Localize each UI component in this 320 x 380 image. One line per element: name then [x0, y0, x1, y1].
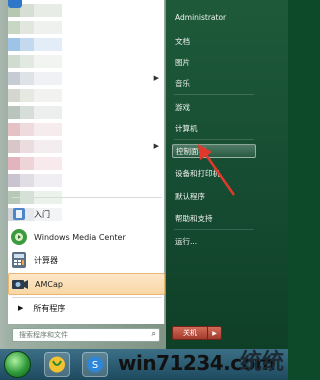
blurred-block [34, 38, 62, 51]
list-item[interactable] [8, 2, 165, 19]
annotation-arrow-icon [198, 144, 236, 196]
list-item[interactable] [8, 87, 165, 104]
blurred-block [8, 89, 20, 102]
separator [174, 229, 254, 230]
start-orb-icon[interactable] [4, 351, 31, 378]
search-placeholder: 搜索程序和文件 [19, 331, 68, 339]
blurred-block [34, 55, 62, 68]
menu-item-label: 运行... [175, 236, 198, 246]
menu-item-label: 帮助和支持 [175, 213, 213, 223]
pinned-item-getting-started[interactable]: 入门 [8, 203, 165, 225]
blurred-block [8, 21, 20, 34]
taskbar-app-icon[interactable]: S [82, 352, 108, 377]
shutdown-label: 关机 [183, 329, 197, 337]
media-center-icon [10, 228, 28, 246]
separator [174, 94, 254, 95]
list-item[interactable]: ▶ [8, 138, 165, 155]
pinned-item-media-center[interactable]: Windows Media Center [8, 226, 165, 248]
list-item[interactable]: ▶ [8, 70, 165, 87]
menu-item-label: 游戏 [175, 102, 190, 112]
menu-item-music[interactable]: 音乐 [172, 76, 256, 90]
blurred-block [8, 38, 20, 51]
list-item[interactable] [8, 121, 165, 138]
blurred-block [20, 174, 34, 187]
blurred-block [20, 157, 34, 170]
blurred-block [8, 106, 20, 119]
calculator-icon [10, 251, 28, 269]
blurred-block [20, 89, 34, 102]
blurred-block [34, 21, 62, 34]
amcap-icon [11, 275, 29, 293]
blurred-block [8, 157, 20, 170]
menu-item-games[interactable]: 游戏 [172, 100, 256, 114]
pinned-item-label: 入门 [34, 209, 50, 219]
list-item[interactable] [8, 36, 165, 53]
list-item[interactable] [8, 53, 165, 70]
menu-item-computer[interactable]: 计算机 [172, 121, 256, 135]
blurred-block [20, 72, 34, 85]
all-programs-label: 所有程序 [33, 303, 66, 313]
blurred-block [34, 157, 62, 170]
pinned-item-label: 计算器 [34, 255, 58, 265]
pinned-item-label: AMCap [35, 279, 63, 289]
menu-item-label: 文档 [175, 36, 190, 46]
shutdown-button[interactable]: 关机 [172, 326, 208, 340]
list-item[interactable] [8, 172, 165, 189]
separator [12, 297, 162, 298]
triangle-right-icon: ▶ [212, 329, 217, 337]
pinned-app-icon [8, 0, 22, 8]
blurred-block [20, 106, 34, 119]
blurred-block [8, 55, 20, 68]
blurred-block [34, 174, 62, 187]
triangle-right-icon: ▶ [18, 304, 24, 312]
svg-text:S: S [92, 360, 98, 371]
pinned-item-amcap[interactable]: AMCap [8, 273, 165, 295]
list-item[interactable] [8, 155, 165, 172]
blurred-block [8, 123, 20, 136]
separator [12, 197, 162, 198]
blurred-block [34, 140, 62, 153]
search-icon: ⌕ [151, 329, 156, 338]
recent-programs-list: ▶ ▶ [8, 2, 165, 223]
list-item[interactable] [8, 104, 165, 121]
blurred-block [34, 72, 62, 85]
blurred-block [34, 89, 62, 102]
triangle-right-icon: ▶ [153, 74, 159, 82]
blurred-block [20, 55, 34, 68]
menu-item-help-support[interactable]: 帮助和支持 [172, 211, 256, 225]
pinned-item-calculator[interactable]: 计算器 [8, 249, 165, 271]
menu-item-run[interactable]: 运行... [172, 234, 256, 248]
blurred-block [8, 72, 20, 85]
menu-item-label: 计算机 [175, 123, 198, 133]
all-programs-button[interactable]: ▶ 所有程序 [8, 300, 165, 316]
blurred-block [8, 140, 20, 153]
menu-item-user[interactable]: Administrator [172, 10, 256, 24]
blurred-block [20, 38, 34, 51]
menu-item-pictures[interactable]: 图片 [172, 55, 256, 69]
getting-started-icon [10, 205, 28, 223]
search-input[interactable]: 搜索程序和文件 ⌕ [12, 328, 160, 342]
watermark-extra: 统统 [240, 350, 285, 375]
blurred-block [34, 106, 62, 119]
menu-item-label: Administrator [175, 12, 227, 22]
pinned-item-label: Windows Media Center [34, 232, 126, 242]
blurred-block [20, 21, 34, 34]
blurred-block [20, 123, 34, 136]
menu-item-label: 图片 [175, 57, 190, 67]
shutdown-options-button[interactable]: ▶ [208, 326, 222, 340]
shutdown-group: 关机 ▶ [172, 326, 222, 340]
menu-item-label: 音乐 [175, 78, 190, 88]
programs-pane: ▶ ▶ 入门 Windows Media Center 计算器 AMCap ▶ … [8, 0, 165, 324]
triangle-right-icon: ▶ [153, 142, 159, 150]
blurred-block [20, 140, 34, 153]
taskbar-app-icon[interactable] [44, 352, 70, 377]
blurred-block [8, 174, 20, 187]
list-item[interactable] [8, 19, 165, 36]
menu-item-documents[interactable]: 文档 [172, 34, 256, 48]
blurred-block [34, 4, 62, 17]
blurred-block [34, 123, 62, 136]
start-menu: ▶ ▶ 入门 Windows Media Center 计算器 AMCap ▶ … [0, 0, 288, 349]
blurred-block [20, 4, 34, 17]
